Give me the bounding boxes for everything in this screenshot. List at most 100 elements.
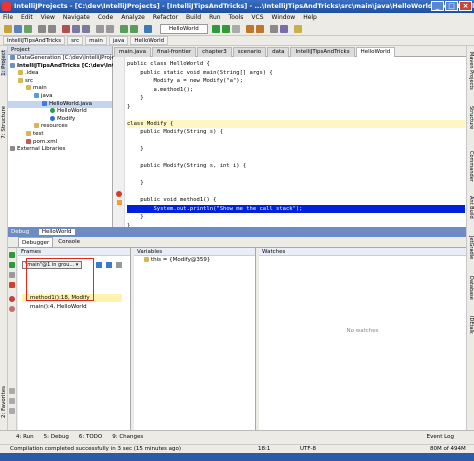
crumb-helloworld[interactable]: HelloWorld xyxy=(130,36,169,45)
rerun-icon[interactable] xyxy=(9,252,15,258)
variable-row[interactable]: this = {Modify@359} xyxy=(134,256,255,264)
code-area[interactable]: public class HelloWorld { public static … xyxy=(127,60,465,230)
editor-tab[interactable]: IntelliJTipsAndTricks xyxy=(290,47,355,57)
tree-node[interactable]: External Libraries xyxy=(8,146,112,154)
editor-tab[interactable]: chapter3 xyxy=(197,47,232,57)
editor-tab[interactable]: final-frontier xyxy=(152,47,197,57)
maven-projects-tool-button[interactable]: Maven Projects xyxy=(468,52,474,90)
editor-tab[interactable]: main.java xyxy=(114,47,152,57)
menu-navigate[interactable]: Navigate xyxy=(63,13,90,23)
tree-node[interactable]: DataGeneration [C:\dev\IntelliJProjects\… xyxy=(8,55,134,63)
help-icon[interactable] xyxy=(294,25,302,33)
cut-icon[interactable] xyxy=(62,25,70,33)
resume-icon[interactable] xyxy=(9,262,15,268)
editor-gutter[interactable] xyxy=(113,57,125,227)
breakpoint-icon[interactable] xyxy=(116,191,122,197)
undo-icon[interactable] xyxy=(38,25,46,33)
crumb-java[interactable]: java xyxy=(108,36,129,45)
editor-tab[interactable]: scenario xyxy=(232,47,267,57)
tree-node[interactable]: .idea xyxy=(8,70,112,78)
menu-file[interactable]: File xyxy=(3,13,13,23)
debug-icon[interactable] xyxy=(222,25,230,33)
paste-icon[interactable] xyxy=(82,25,90,33)
jetgradle-tool-button[interactable]: JetGradle xyxy=(468,236,474,259)
tree-node[interactable]: test xyxy=(8,130,112,139)
project-tool-button[interactable]: 1: Project xyxy=(1,50,7,76)
menu-window[interactable]: Window xyxy=(272,13,296,23)
tree-node[interactable]: resources xyxy=(8,123,112,131)
menu-vcs[interactable]: VCS xyxy=(251,13,263,23)
structure-right-tool-button[interactable]: Structure xyxy=(468,106,474,129)
stop-debug-icon[interactable] xyxy=(9,282,15,288)
tool-tab-todo[interactable]: 6: TODO xyxy=(79,432,102,443)
find-icon[interactable] xyxy=(96,25,104,33)
structure-tool-button[interactable]: 7: Structure xyxy=(1,106,7,139)
idetalk-tool-button[interactable]: IDEtalk xyxy=(468,316,474,334)
minimize-button[interactable]: _ xyxy=(431,1,444,11)
menu-build[interactable]: Build xyxy=(186,13,201,23)
tab-debugger[interactable]: Debugger xyxy=(18,237,54,247)
tool-tab-run[interactable]: 4: Run xyxy=(16,432,34,443)
tree-node[interactable]: Modify xyxy=(8,115,112,124)
back-icon[interactable] xyxy=(120,25,128,33)
step-down-icon[interactable] xyxy=(106,262,112,268)
tree-node[interactable]: src xyxy=(8,77,112,86)
close-button[interactable]: × xyxy=(459,1,472,11)
database-tool-button[interactable]: Database xyxy=(468,276,474,300)
tool-tab-changes[interactable]: 9: Changes xyxy=(112,432,143,443)
menu-refactor[interactable]: Refactor xyxy=(153,13,178,23)
menu-tools[interactable]: Tools xyxy=(229,13,244,23)
crumb-main[interactable]: main xyxy=(85,36,107,45)
event-log-button[interactable]: Event Log xyxy=(427,432,454,443)
tree-node[interactable]: HelloWorld xyxy=(8,108,112,116)
copy-icon[interactable] xyxy=(72,25,80,33)
tree-node[interactable]: IntelliJTipsAndTricks [C:\dev\IntelliJP.… xyxy=(8,62,135,71)
crumb-project[interactable]: IntelliJTipsAndTricks xyxy=(3,36,66,45)
redo-icon[interactable] xyxy=(48,25,56,33)
stop-icon[interactable] xyxy=(232,25,240,33)
tab-console[interactable]: Console xyxy=(55,237,83,247)
favorites-tool-button[interactable]: 2: Favorites xyxy=(1,386,7,418)
menu-code[interactable]: Code xyxy=(98,13,113,23)
vcs-update-icon[interactable] xyxy=(246,25,254,33)
save-icon[interactable] xyxy=(14,25,22,33)
open-folder-icon[interactable] xyxy=(4,25,12,33)
step-up-icon[interactable] xyxy=(96,262,102,268)
menu-view[interactable]: View xyxy=(41,13,55,23)
ant-build-tool-button[interactable]: Ant Build xyxy=(468,196,474,219)
commander-tool-button[interactable]: Commander xyxy=(468,151,474,182)
crumb-src[interactable]: src xyxy=(67,36,84,45)
mute-breakpoints-icon[interactable] xyxy=(9,306,15,312)
project-structure-icon[interactable] xyxy=(280,25,288,33)
menu-edit[interactable]: Edit xyxy=(21,13,33,23)
tree-node[interactable]: pom.xml xyxy=(8,138,112,147)
settings-icon[interactable] xyxy=(270,25,278,33)
close-debug-icon[interactable] xyxy=(9,408,15,414)
menu-help[interactable]: Help xyxy=(303,13,317,23)
pin-icon[interactable] xyxy=(9,398,15,404)
menu-run[interactable]: Run xyxy=(209,13,221,23)
editor-tab-active[interactable]: HelloWorld xyxy=(355,47,396,57)
debug-config-tab[interactable]: HelloWorld xyxy=(38,229,75,235)
tool-tab-debug[interactable]: 5: Debug xyxy=(44,432,69,443)
vcs-commit-icon[interactable] xyxy=(256,25,264,33)
frame-row[interactable]: main():4, HelloWorld xyxy=(22,303,122,311)
forward-icon[interactable] xyxy=(130,25,138,33)
project-panel-title[interactable]: Project xyxy=(11,47,30,53)
code-editor[interactable]: public class HelloWorld { public static … xyxy=(113,57,466,230)
tree-node[interactable]: main xyxy=(8,85,112,93)
settings-debug-icon[interactable] xyxy=(9,388,15,394)
filter-icon[interactable] xyxy=(116,262,122,268)
view-breakpoints-icon[interactable] xyxy=(9,296,15,302)
run-icon[interactable] xyxy=(212,25,220,33)
maximize-button[interactable]: □ xyxy=(445,1,458,11)
menu-analyze[interactable]: Analyze xyxy=(121,13,145,23)
pause-icon[interactable] xyxy=(9,272,15,278)
make-icon[interactable] xyxy=(144,25,152,33)
tree-node[interactable]: HelloWorld.java xyxy=(8,100,112,109)
sync-icon[interactable] xyxy=(24,25,32,33)
replace-icon[interactable] xyxy=(106,25,114,33)
editor-tab[interactable]: data xyxy=(267,47,290,57)
tree-node[interactable]: java xyxy=(8,92,112,101)
run-config-select[interactable]: HelloWorld xyxy=(160,24,208,34)
